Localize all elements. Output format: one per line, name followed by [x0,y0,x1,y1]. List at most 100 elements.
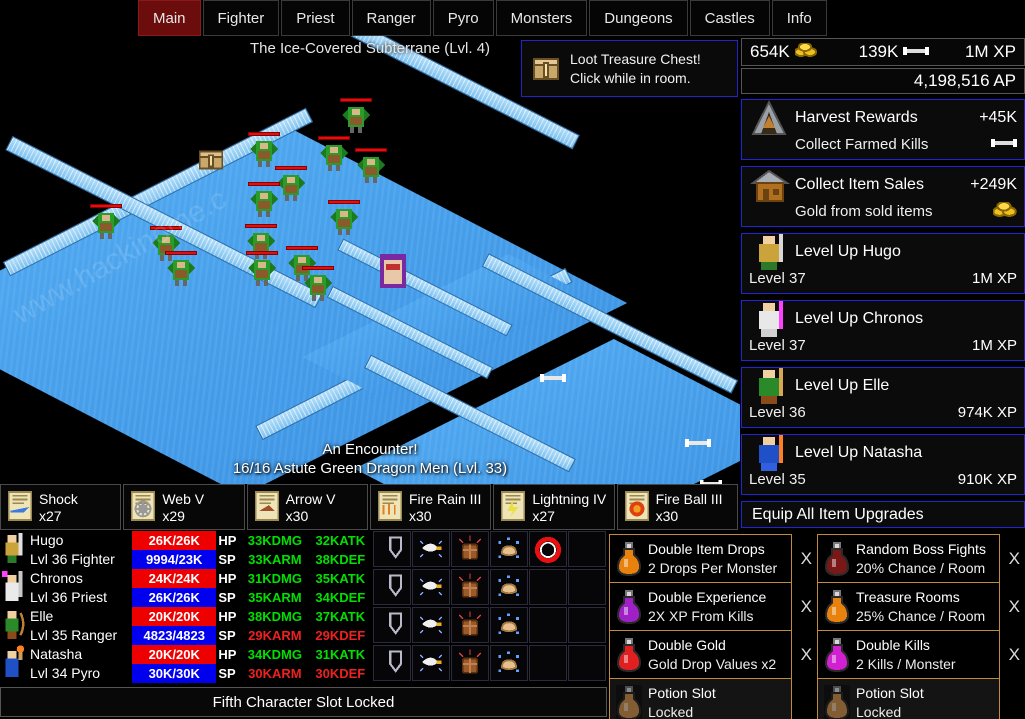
dungeon-map[interactable]: The Ice-Covered Subterrane (Lvl. 4) An E… [0,36,740,484]
empty-slot[interactable] [529,569,568,605]
spell-fire-rain-iii[interactable]: Fire Rain III x30 [369,484,492,530]
potion-remove-button[interactable]: X [794,645,818,665]
monster-dragon-man[interactable] [246,251,278,286]
monster-dragon-man[interactable] [302,266,334,301]
strength-icon-slot[interactable] [490,607,529,643]
character-table: Hugo Lvl 36 Fighter 26K/26K 9994/23K HP SP 33K… [0,531,607,685]
potion-item-double-experience[interactable]: Double Experience 2X XP From Kills [610,583,792,631]
monster-dragon-man[interactable] [355,148,387,183]
ring-icon-slot[interactable] [529,531,568,567]
character-row: Natasha Lvl 34 Pyro 20K/20K 30K/30K HP SP 34KD… [0,645,607,683]
spell-lightning-iv[interactable]: Lightning IV x27 [493,484,615,530]
dmg-stat: 34KDMG [247,647,302,662]
potion-item-random-boss-fights[interactable]: Random Boss Fights 20% Chance / Room [818,535,1000,583]
scroll-fireball-icon [622,490,652,524]
eagle-icon-slot[interactable] [412,645,451,681]
atk-stat: 32KATK [315,533,366,548]
potion-remove-button[interactable]: X [1002,549,1025,569]
potion-item-double-item-drops[interactable]: Double Item Drops 2 Drops Per Monster [610,535,792,583]
monster-dragon-man[interactable] [340,98,372,133]
eagle-icon-slot[interactable] [412,607,451,643]
spell-text-wrap: Fire Ball III x30 [656,490,723,524]
tab-info[interactable]: Info [771,0,827,36]
monster-dragon-man[interactable] [165,251,197,286]
monster-dragon-man[interactable] [248,182,280,217]
action-card-0[interactable]: Harvest Rewards +45K Collect Farmed Kills [741,99,1025,160]
sp-bar: 9994/23K [132,550,217,569]
sp-bar: 4823/4823 [132,626,217,645]
empty-slot[interactable] [568,531,607,567]
spell-text-wrap: Lightning IV x27 [532,490,606,524]
potion-subtitle: 25% Chance / Room [856,607,986,624]
potion-remove-button[interactable]: X [794,549,818,569]
shield-icon-slot[interactable] [373,645,412,681]
eagle-icon-slot[interactable] [412,569,451,605]
spell-shock[interactable]: Shock x27 [0,484,122,530]
potion-item-potion-slot[interactable]: Potion Slot Locked [610,679,792,719]
character-offense-stats: 33KDMG 33KARM [242,531,307,569]
tab-priest[interactable]: Priest [281,0,350,36]
empty-slot[interactable] [568,607,607,643]
empty-slot[interactable] [568,645,607,681]
map-treasure-chest[interactable] [196,144,226,174]
arm-stat: 35KARM [248,590,302,605]
monster-dragon-man[interactable] [248,132,280,167]
strength-icon-slot[interactable] [490,645,529,681]
dmg-stat: 31KDMG [247,571,302,586]
potion-subtitle: 2 Drops Per Monster [648,559,778,576]
tab-dungeons[interactable]: Dungeons [589,0,688,36]
level-up-card-hugo[interactable]: Level Up Hugo Level 37 1M XP [741,233,1025,294]
tab-main[interactable]: Main [138,0,201,36]
armor-icon-slot[interactable] [451,607,490,643]
potion-remove-button[interactable]: X [1002,645,1025,665]
spell-arrow-v[interactable]: Arrow Vx30 [246,484,368,530]
monster-dragon-man[interactable] [90,204,122,239]
pyro-icon [749,433,791,473]
potion-item-double-gold[interactable]: Double Gold Gold Drop Values x2 [610,631,792,679]
sp-label: SP [218,666,236,681]
action-card-row1: Harvest Rewards +45K [749,99,1017,135]
armor-icon-slot[interactable] [451,531,490,567]
potion-item-potion-slot[interactable]: Potion Slot Locked [818,679,1000,719]
potion-item-treasure-rooms[interactable]: Treasure Rooms 25% Chance / Room [818,583,1000,631]
level-card-level: Level 35 [749,470,806,488]
potion-bottle-icon [824,589,850,625]
potion-column-right: Random Boss Fights 20% Chance / Room Treas… [817,534,1001,719]
spell-fire-ball-iii[interactable]: Fire Ball III x30 [616,484,738,530]
shield-icon-slot[interactable] [373,569,412,605]
level-up-card-list: Level Up Hugo Level 37 1M XP Level Up Chron… [741,233,1025,495]
armor-icon-slot[interactable] [451,645,490,681]
action-card-amount: +45K [979,109,1017,126]
armor-icon-slot[interactable] [451,569,490,605]
fifth-character-slot-locked[interactable]: Fifth Character Slot Locked [0,687,607,717]
eagle-icon-slot[interactable] [412,531,451,567]
spell-count: x30 [408,508,432,524]
strength-icon-slot[interactable] [490,569,529,605]
character-class: Lvl 36 Priest [30,589,108,605]
empty-slot[interactable] [529,607,568,643]
spell-web-v[interactable]: Web Vx29 [123,484,245,530]
shield-icon-slot[interactable] [373,531,412,567]
potion-item-double-kills[interactable]: Double Kills 2 Kills / Monster [818,631,1000,679]
tab-fighter[interactable]: Fighter [202,0,280,36]
monster-dragon-man[interactable] [318,136,350,171]
monster-dragon-man[interactable] [328,200,360,235]
level-up-card-natasha[interactable]: Level Up Natasha Level 35 910K XP [741,434,1025,495]
tab-ranger[interactable]: Ranger [351,0,431,36]
empty-slot[interactable] [568,569,607,605]
tab-pyro[interactable]: Pyro [432,0,494,36]
equip-all-upgrades-button[interactable]: Equip All Item Upgrades [741,501,1025,528]
potion-remove-button[interactable]: X [794,597,818,617]
tab-castles[interactable]: Castles [689,0,770,36]
tab-monsters[interactable]: Monsters [495,0,588,36]
empty-slot[interactable] [529,645,568,681]
potion-title: Double Gold [648,636,726,653]
shield-icon-slot[interactable] [373,607,412,643]
character-row: Hugo Lvl 36 Fighter 26K/26K 9994/23K HP SP 33K… [0,531,607,569]
level-up-card-chronos[interactable]: Level Up Chronos Level 37 1M XP [741,300,1025,361]
action-card-1[interactable]: Collect Item Sales +249K Gold from sold it… [741,166,1025,227]
character-bars: 24K/24K 26K/26K [132,569,217,607]
potion-remove-button[interactable]: X [1002,597,1025,617]
level-up-card-elle[interactable]: Level Up Elle Level 36 974K XP [741,367,1025,428]
strength-icon-slot[interactable] [490,531,529,567]
